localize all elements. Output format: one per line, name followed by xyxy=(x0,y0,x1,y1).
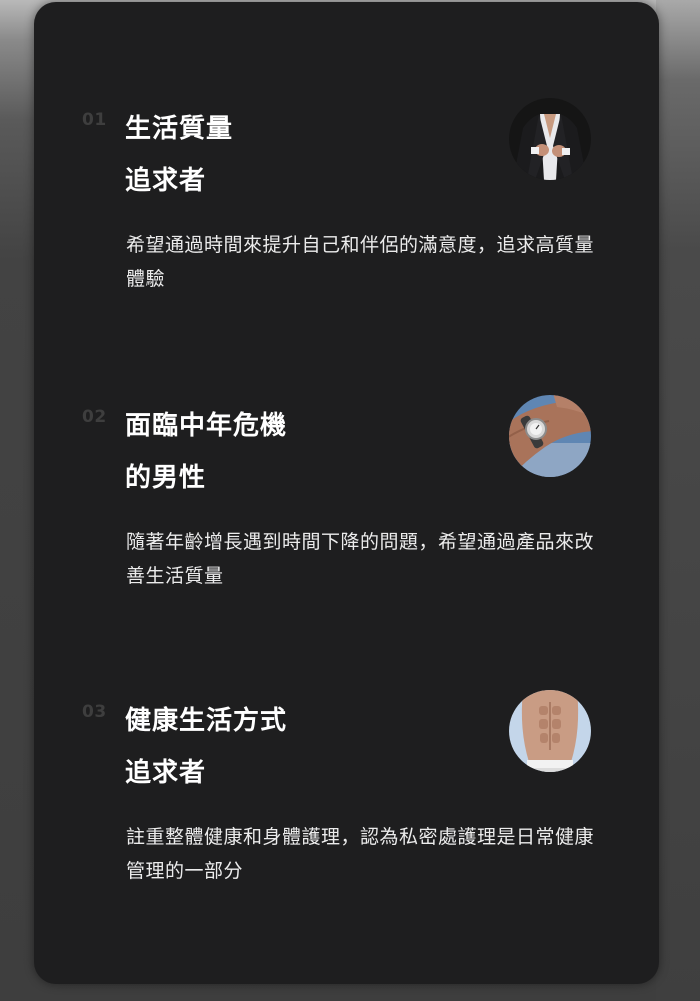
audience-segment-3: 03 健康生活方式 追求者 註重整體健康和身體護理，認為私密處護理是日常健康管理… xyxy=(34,690,659,972)
segment-title-line2: 追求者 xyxy=(125,166,207,196)
man-in-suit-photo xyxy=(509,98,591,180)
segment-number: 03 xyxy=(82,702,107,722)
segment-description: 希望通過時間來提升自己和伴侶的滿意度，追求高質量體驗 xyxy=(126,234,595,290)
segment-number: 02 xyxy=(82,407,107,427)
wristwatch-photo xyxy=(509,395,591,477)
segment-title-line1: 健康生活方式 xyxy=(125,706,288,736)
segment-number: 01 xyxy=(82,110,107,130)
segment-title-line2: 追求者 xyxy=(125,758,207,788)
abs-torso-photo xyxy=(509,690,591,772)
audience-segment-2: 02 面臨中年危機 的男性 隨著年齡增長遇到時間下降的問題，希望通過產品來改善生… xyxy=(34,395,659,677)
segment-title: 生活質量 追求者 xyxy=(125,103,455,207)
segment-title-line1: 生活質量 xyxy=(125,114,234,144)
audience-segment-1: 01 生活質量 追求者 希望通過時間來提升自己和伴侶的滿意度，追求高質量體驗 xyxy=(34,98,659,380)
segment-description: 隨著年齡增長遇到時間下降的問題，希望通過產品來改善生活質量 xyxy=(126,531,595,587)
target-audience-card: 01 生活質量 追求者 希望通過時間來提升自己和伴侶的滿意度，追求高質量體驗 0… xyxy=(34,2,659,984)
segment-title: 面臨中年危機 的男性 xyxy=(125,400,455,504)
segment-title-line1: 面臨中年危機 xyxy=(125,411,288,441)
segment-title-line2: 的男性 xyxy=(125,463,207,493)
segment-description: 註重整體健康和身體護理，認為私密處護理是日常健康管理的一部分 xyxy=(126,826,595,882)
segment-title: 健康生活方式 追求者 xyxy=(125,695,455,799)
background-right-edge xyxy=(656,0,700,1001)
